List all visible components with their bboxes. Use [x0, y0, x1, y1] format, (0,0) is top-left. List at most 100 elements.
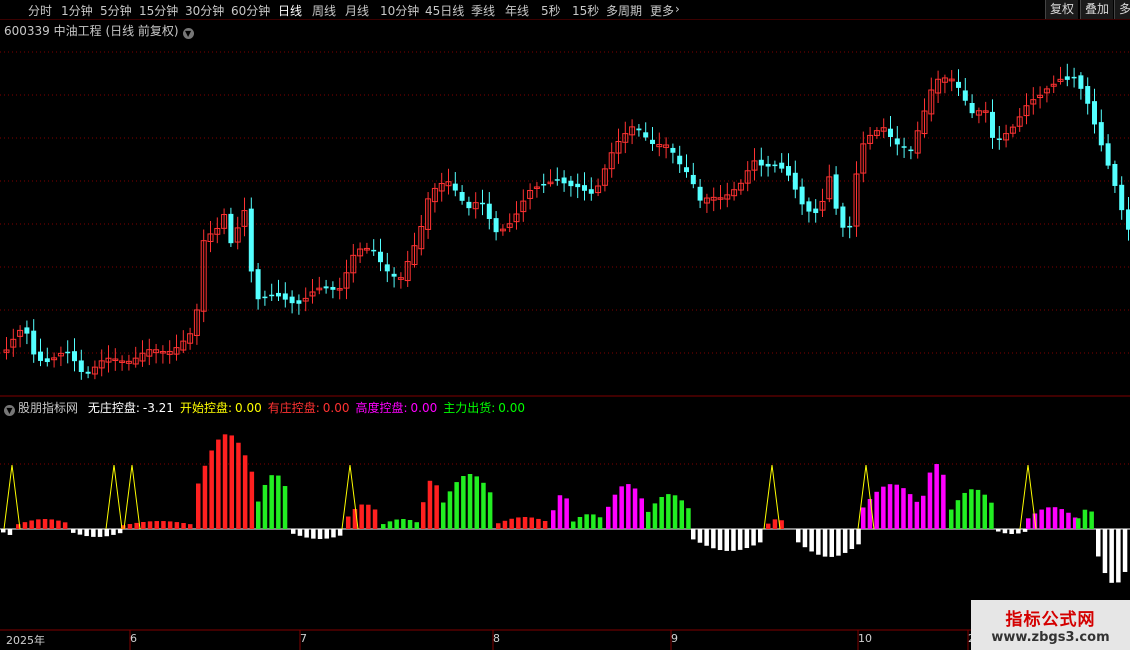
indicator-bar — [955, 500, 961, 529]
indicator-bar — [679, 500, 684, 529]
indicator-bar — [1026, 518, 1031, 529]
indicator-bar — [686, 508, 691, 529]
indicator-bar — [7, 529, 13, 535]
indicator-bar — [809, 529, 814, 552]
indicator-dropdown-icon[interactable]: ▼ — [4, 405, 15, 416]
indicator-bar — [666, 494, 671, 529]
indicator-bar — [1066, 512, 1071, 529]
candle-body — [38, 351, 43, 361]
indicator-bar — [619, 486, 624, 529]
indicator-bar — [632, 488, 638, 529]
indicator-bar — [591, 514, 596, 529]
indicator-bar — [324, 529, 329, 539]
candle-body — [31, 330, 37, 355]
indicator-bar — [181, 523, 186, 529]
candle-body — [466, 201, 472, 209]
indicator-bar — [941, 474, 946, 529]
indicator-bar — [97, 529, 103, 537]
indicator-bar — [921, 495, 926, 529]
indicator-bar — [84, 529, 89, 537]
indicator-bar — [366, 504, 371, 529]
candle-body — [255, 269, 261, 300]
candle-body — [840, 206, 846, 228]
candle-body — [262, 296, 268, 299]
indicator-bar — [188, 524, 193, 529]
indicator-bar — [127, 524, 133, 529]
indicator-legend-value: 0.00 — [410, 401, 438, 415]
indicator-legend-value: 0.00 — [322, 401, 350, 415]
indicator-bar — [1076, 518, 1081, 529]
indicator-bar — [894, 484, 899, 529]
indicator-legend-1: 开始控盘: 0.00 — [180, 401, 262, 415]
indicator-bar — [652, 503, 658, 529]
indicator-bar — [407, 520, 413, 529]
candle-body — [391, 273, 397, 277]
indicator-bar — [372, 509, 378, 529]
indicator-bar — [394, 519, 399, 529]
candle-body — [792, 172, 798, 190]
indicator-bar — [269, 475, 274, 529]
candle-body — [799, 186, 805, 205]
candle-body — [72, 351, 77, 362]
candle-body — [969, 102, 975, 114]
candle-body — [847, 225, 853, 228]
candle-body — [24, 327, 30, 334]
indicator-bar — [849, 529, 855, 550]
candle-body — [1098, 122, 1104, 146]
candle-body — [330, 286, 336, 290]
indicator-bar — [104, 529, 109, 537]
candle-body — [1112, 163, 1118, 186]
indicator-bar — [522, 517, 528, 529]
indicator-bar — [836, 529, 841, 556]
indicator-bar — [874, 491, 879, 529]
candle-body — [384, 264, 390, 272]
indicator-bar — [907, 494, 913, 529]
indicator-bar — [56, 520, 61, 529]
indicator-bar — [381, 524, 386, 529]
indicator-bar — [317, 529, 323, 539]
indicator-bar — [1122, 529, 1128, 572]
candle-body — [1064, 76, 1070, 80]
indicator-bar — [262, 484, 268, 529]
candle-body — [670, 147, 676, 153]
indicator-bar — [626, 484, 631, 529]
indicator-bar — [927, 472, 933, 529]
indicator-bar — [536, 518, 541, 529]
indicator-bar — [414, 522, 419, 529]
indicator-bar — [91, 529, 96, 537]
indicator-bar — [856, 529, 861, 545]
indicator-bar — [1089, 511, 1094, 529]
indicator-bar — [962, 492, 967, 529]
indicator-bar — [969, 489, 974, 529]
indicator-bar — [989, 502, 994, 529]
indicator-bar — [796, 529, 801, 543]
candle-body — [690, 174, 696, 185]
indicator-bar — [571, 521, 576, 529]
indicator-bar — [724, 529, 729, 551]
indicator-bar — [1, 529, 6, 533]
candle-body — [480, 202, 485, 205]
candle-body — [765, 163, 771, 167]
indicator-bar — [672, 495, 678, 529]
candle-body — [65, 351, 71, 354]
indicator-bar — [62, 522, 68, 529]
indicator-bar — [222, 434, 228, 529]
indicator-bar — [42, 519, 48, 529]
indicator-bar — [704, 529, 709, 546]
indicator-bar — [557, 495, 563, 529]
indicator-bar — [509, 518, 514, 529]
candle-body — [85, 371, 91, 374]
candle-body — [956, 81, 961, 88]
indicator-bar — [659, 496, 664, 529]
indicator-legend-label: 开始控盘: — [179, 401, 232, 415]
indicator-bar — [829, 529, 834, 557]
indicator-bar — [174, 522, 180, 529]
indicator-legend-4: 主力出货: 0.00 — [443, 401, 525, 415]
indicator-bar — [737, 529, 743, 550]
indicator-bar — [887, 484, 893, 529]
watermark-title: 指标公式网 — [1005, 610, 1096, 630]
start-control-spike — [105, 464, 123, 530]
indicator-title: ▼ 股朋指标网 无庄控盘: -3.21 开始控盘: 0.00 有庄控盘: 0.00 高度控盘:… — [4, 399, 525, 416]
indicator-name: 股朋指标网 — [18, 401, 79, 415]
indicator-bar — [639, 498, 644, 529]
